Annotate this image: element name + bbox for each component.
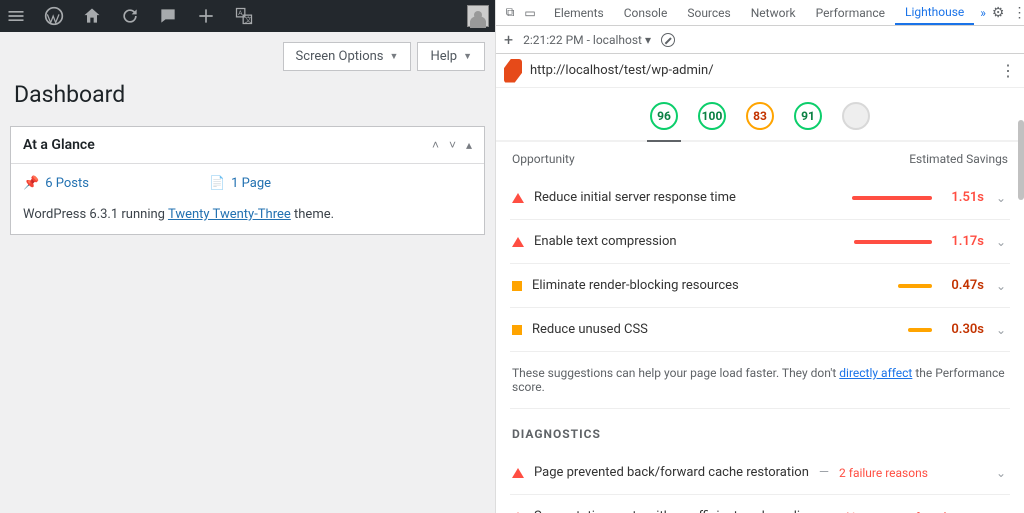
- devtools-subbar: + 2:21:22 PM - localhost ▾: [496, 26, 1024, 54]
- refresh-icon[interactable]: [120, 6, 140, 26]
- score-100[interactable]: 100: [698, 102, 726, 130]
- widget-header: At a Glance ˄ ˅ ▴: [11, 127, 484, 164]
- posts-count: 6 Posts: [45, 176, 89, 191]
- savings-time: 1.51s: [942, 190, 984, 205]
- severity-icon: [512, 468, 524, 478]
- chevron-down-icon: ⌄: [994, 279, 1008, 293]
- tab-network[interactable]: Network: [741, 0, 806, 25]
- new-report-icon[interactable]: +: [504, 30, 513, 49]
- lighthouse-body: Opportunity Estimated Savings Reduce ini…: [496, 142, 1024, 513]
- score-96[interactable]: 96: [650, 102, 678, 130]
- wp-admin-bar: A文: [0, 0, 495, 32]
- severity-icon: [512, 237, 524, 247]
- severity-icon: [512, 325, 522, 335]
- diagnostic-title: Page prevented back/forward cache restor…: [534, 465, 809, 480]
- home-icon[interactable]: [82, 6, 102, 26]
- savings-bar: [852, 196, 932, 200]
- performance-note: These suggestions can help your page loa…: [510, 352, 1010, 409]
- tab-elements[interactable]: Elements: [544, 0, 614, 25]
- savings-bar: [898, 284, 932, 288]
- wp-version-text: WordPress 6.3.1 running Twenty Twenty-Th…: [23, 207, 472, 222]
- pin-icon: 📌: [23, 176, 39, 191]
- report-url: http://localhost/test/wp-admin/: [530, 63, 992, 78]
- tabs-more-icon[interactable]: »: [974, 6, 992, 20]
- pages-count: 1 Page: [231, 176, 271, 191]
- diagnostics-heading: DIAGNOSTICS: [510, 409, 1010, 451]
- help-button[interactable]: Help▼: [417, 42, 485, 71]
- at-a-glance-widget: At a Glance ˄ ˅ ▴ 📌 6 Posts 📄 1 Page Wor…: [10, 126, 485, 235]
- page-title: Dashboard: [0, 71, 495, 126]
- report-menu-icon[interactable]: ⋮: [1000, 61, 1016, 80]
- score-83[interactable]: 83: [746, 102, 774, 130]
- opportunity-title: Eliminate render-blocking resources: [532, 278, 888, 293]
- screen-options-button[interactable]: Screen Options▼: [283, 42, 412, 71]
- settings-icon[interactable]: ⚙: [992, 5, 1005, 21]
- posts-link[interactable]: 📌 6 Posts: [23, 176, 89, 191]
- savings-label: Estimated Savings: [909, 152, 1008, 166]
- avatar[interactable]: [467, 5, 489, 27]
- report-timestamp[interactable]: 2:21:22 PM - localhost ▾: [523, 33, 651, 47]
- savings-bar: [854, 240, 932, 244]
- opportunity-row[interactable]: Reduce initial server response time 1.51s…: [510, 176, 1010, 220]
- url-row: http://localhost/test/wp-admin/ ⋮: [496, 54, 1024, 88]
- opportunity-row[interactable]: Eliminate render-blocking resources 0.47s…: [510, 264, 1010, 308]
- diagnostic-meta: 2 failure reasons: [839, 466, 928, 480]
- severity-icon: [512, 193, 524, 203]
- opportunity-row[interactable]: Enable text compression 1.17s ⌄: [510, 220, 1010, 264]
- score-pwa[interactable]: [842, 102, 870, 130]
- opportunity-title: Reduce initial server response time: [534, 190, 842, 205]
- diagnostic-row[interactable]: Serve static assets with an efficient ca…: [510, 495, 1010, 513]
- chevron-down-icon: ⌄: [994, 510, 1008, 513]
- devtools-tabs: ⧉ ▭ ElementsConsoleSourcesNetworkPerform…: [496, 0, 1024, 26]
- diagnostic-title: Serve static assets with an efficient ca…: [534, 509, 813, 513]
- svg-text:文: 文: [245, 15, 252, 24]
- tab-sources[interactable]: Sources: [677, 0, 740, 25]
- wordpress-icon[interactable]: [44, 6, 64, 26]
- opportunity-title: Enable text compression: [534, 234, 844, 249]
- chevron-down-icon: ⌄: [994, 235, 1008, 249]
- opportunity-label: Opportunity: [512, 152, 575, 166]
- svg-text:A: A: [238, 9, 243, 17]
- savings-time: 0.47s: [942, 278, 984, 293]
- lighthouse-scores: 96 100 83 91: [496, 88, 1024, 142]
- diagnostic-row[interactable]: Page prevented back/forward cache restor…: [510, 451, 1010, 495]
- chevron-down-icon: ⌄: [994, 191, 1008, 205]
- chevron-down-icon: ⌄: [994, 323, 1008, 337]
- clear-icon[interactable]: [661, 33, 675, 47]
- options-row: Screen Options▼ Help▼: [0, 32, 495, 71]
- page-icon: 📄: [209, 176, 225, 191]
- widget-down-icon[interactable]: ˅: [449, 138, 456, 152]
- score-91[interactable]: 91: [794, 102, 822, 130]
- kebab-icon[interactable]: ⋮: [1012, 5, 1024, 21]
- widget-up-icon[interactable]: ˄: [432, 138, 439, 152]
- lighthouse-icon: [504, 59, 522, 83]
- inspect-icon[interactable]: ⧉: [502, 5, 518, 21]
- widget-toggle-icon[interactable]: ▴: [466, 138, 472, 152]
- wordpress-admin: A文 Screen Options▼ Help▼ Dashboard At a …: [0, 0, 495, 513]
- severity-icon: [512, 281, 522, 291]
- device-icon[interactable]: ▭: [522, 5, 538, 21]
- widget-body: 📌 6 Posts 📄 1 Page WordPress 6.3.1 runni…: [11, 164, 484, 234]
- menu-icon[interactable]: [6, 6, 26, 26]
- comment-icon[interactable]: [158, 6, 178, 26]
- tab-console[interactable]: Console: [614, 0, 678, 25]
- translate-icon[interactable]: A文: [234, 6, 254, 26]
- savings-time: 0.30s: [942, 322, 984, 337]
- savings-bar: [908, 328, 932, 332]
- diagnostic-meta: 41 resources found: [843, 510, 946, 513]
- opportunity-header: Opportunity Estimated Savings: [510, 142, 1010, 176]
- opportunity-title: Reduce unused CSS: [532, 322, 898, 337]
- plus-icon[interactable]: [196, 6, 216, 26]
- directly-affect-link[interactable]: directly affect: [839, 366, 912, 380]
- scrollbar[interactable]: [1018, 120, 1024, 200]
- pages-link[interactable]: 📄 1 Page: [209, 176, 271, 191]
- opportunity-row[interactable]: Reduce unused CSS 0.30s ⌄: [510, 308, 1010, 352]
- chevron-down-icon: ⌄: [994, 466, 1008, 480]
- tab-lighthouse[interactable]: Lighthouse: [895, 0, 974, 25]
- devtools-panel: ⧉ ▭ ElementsConsoleSourcesNetworkPerform…: [495, 0, 1024, 513]
- tab-performance[interactable]: Performance: [806, 0, 895, 25]
- savings-time: 1.17s: [942, 234, 984, 249]
- theme-link[interactable]: Twenty Twenty-Three: [168, 207, 291, 222]
- widget-title: At a Glance: [23, 137, 95, 153]
